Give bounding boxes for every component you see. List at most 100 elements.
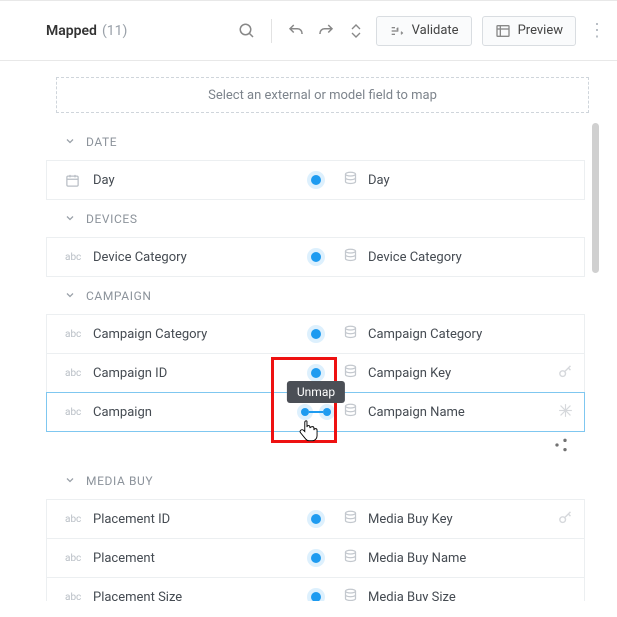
group-header[interactable]: CAMPAIGN: [46, 277, 585, 315]
chevron-down-icon: [64, 212, 76, 227]
validate-button[interactable]: Validate: [376, 16, 472, 46]
source-field: abc Campaign: [47, 405, 293, 420]
scrollbar[interactable]: [592, 123, 599, 273]
target-label: Campaign Key: [368, 366, 451, 381]
target-label: Campaign Category: [368, 327, 482, 342]
database-icon: [343, 549, 358, 568]
mapping-connector[interactable]: [293, 592, 339, 601]
more-menu-icon[interactable]: ⋮: [588, 20, 605, 41]
chevron-down-icon: [64, 135, 76, 150]
redo-icon[interactable]: [316, 21, 336, 41]
calendar-icon: [65, 173, 83, 188]
mapping-row[interactable]: abc Campaign Category Campaign Category: [46, 314, 585, 354]
mapping-row[interactable]: abc Placement Media Buy Name: [46, 538, 585, 578]
source-label: Campaign ID: [93, 366, 167, 381]
text-type-icon: abc: [65, 553, 83, 564]
group-header[interactable]: DATE: [46, 123, 585, 161]
mapping-row[interactable]: abc Device Category Device Category: [46, 237, 585, 277]
text-type-icon: abc: [65, 368, 83, 379]
mapping-connector[interactable]: [293, 514, 339, 524]
divider: [271, 19, 272, 43]
text-type-icon: abc: [65, 592, 83, 602]
database-icon: [343, 588, 358, 602]
content-area: Select an external or model field to map…: [0, 61, 617, 617]
validate-label: Validate: [412, 23, 459, 38]
database-icon: [343, 248, 358, 267]
source-label: Campaign: [93, 405, 152, 420]
toolbar: Mapped (11) Validate Preview ⋮: [0, 0, 617, 61]
mapping-connector[interactable]: [293, 368, 339, 378]
target-label: Media Buy Size: [368, 590, 456, 602]
source-label: Placement: [93, 551, 155, 566]
mapping-list: DATE Day Day DEVICES abc Device Category Devic…: [46, 123, 599, 601]
text-type-icon: abc: [65, 329, 83, 340]
target-label: Media Buy Name: [368, 551, 466, 566]
group-label: DEVICES: [86, 212, 138, 226]
mapping-row[interactable]: abc Campaign Unmap Campaign Name: [46, 392, 585, 432]
preview-button[interactable]: Preview: [482, 16, 576, 46]
share-icon[interactable]: [553, 437, 569, 457]
mapping-row[interactable]: abc Placement Size Media Buy Size: [46, 577, 585, 601]
group-header[interactable]: DEVICES: [46, 200, 585, 238]
database-icon: [343, 403, 358, 422]
mapping-connector[interactable]: [293, 252, 339, 262]
source-field: Day: [47, 173, 293, 188]
source-label: Campaign Category: [93, 327, 207, 342]
mapping-connector[interactable]: [293, 329, 339, 339]
group-label: DATE: [86, 135, 117, 149]
title-text: Mapped: [46, 23, 97, 39]
group-label: CAMPAIGN: [86, 289, 152, 303]
collapse-icon[interactable]: [346, 21, 366, 41]
unmap-tooltip: Unmap: [287, 381, 345, 403]
mapping-connector[interactable]: [293, 175, 339, 185]
source-label: Day: [93, 173, 115, 188]
database-icon: [343, 510, 358, 529]
database-icon: [343, 325, 358, 344]
target-field: Campaign Name: [339, 402, 584, 423]
target-label: Device Category: [368, 250, 462, 265]
source-label: Placement Size: [93, 590, 182, 602]
source-label: Placement ID: [93, 512, 170, 527]
page-title: Mapped (11): [46, 23, 127, 39]
text-type-icon: abc: [65, 252, 83, 263]
source-field: abc Campaign ID: [47, 366, 293, 381]
group-header[interactable]: MEDIA BUY: [46, 462, 585, 500]
target-field: Media Buy Size: [339, 588, 584, 602]
source-field: abc Placement ID: [47, 512, 293, 527]
text-type-icon: abc: [65, 407, 83, 418]
preview-label: Preview: [518, 23, 563, 38]
source-field: abc Placement: [47, 551, 293, 566]
chevron-down-icon: [64, 289, 76, 304]
target-label: Campaign Name: [368, 405, 465, 420]
target-field: Campaign Key: [339, 363, 584, 384]
mapping-connector[interactable]: Unmap: [293, 408, 339, 416]
target-field: Media Buy Name: [339, 549, 584, 568]
target-field: Campaign Category: [339, 325, 584, 344]
search-icon[interactable]: [237, 21, 257, 41]
target-field: Device Category: [339, 248, 584, 267]
source-field: abc Device Category: [47, 250, 293, 265]
chevron-down-icon: [64, 474, 76, 489]
source-label: Device Category: [93, 250, 187, 265]
database-icon: [343, 364, 358, 383]
source-field: abc Placement Size: [47, 590, 293, 602]
toolbar-icons: [237, 19, 366, 43]
record-count: (11): [102, 23, 127, 39]
target-field: Day: [339, 171, 584, 190]
asterisk-icon: [557, 402, 574, 423]
key-icon: [557, 509, 574, 530]
target-label: Media Buy Key: [368, 512, 453, 527]
source-field: abc Campaign Category: [47, 327, 293, 342]
target-field: Media Buy Key: [339, 509, 584, 530]
database-icon: [343, 171, 358, 190]
hint-banner: Select an external or model field to map: [56, 77, 589, 113]
key-icon: [557, 363, 574, 384]
mapping-row[interactable]: abc Placement ID Media Buy Key: [46, 499, 585, 539]
group-trail: [46, 432, 585, 462]
mapping-connector[interactable]: [293, 553, 339, 563]
text-type-icon: abc: [65, 514, 83, 525]
group-label: MEDIA BUY: [86, 474, 153, 488]
target-label: Day: [368, 173, 390, 188]
mapping-row[interactable]: Day Day: [46, 160, 585, 200]
undo-icon[interactable]: [286, 21, 306, 41]
